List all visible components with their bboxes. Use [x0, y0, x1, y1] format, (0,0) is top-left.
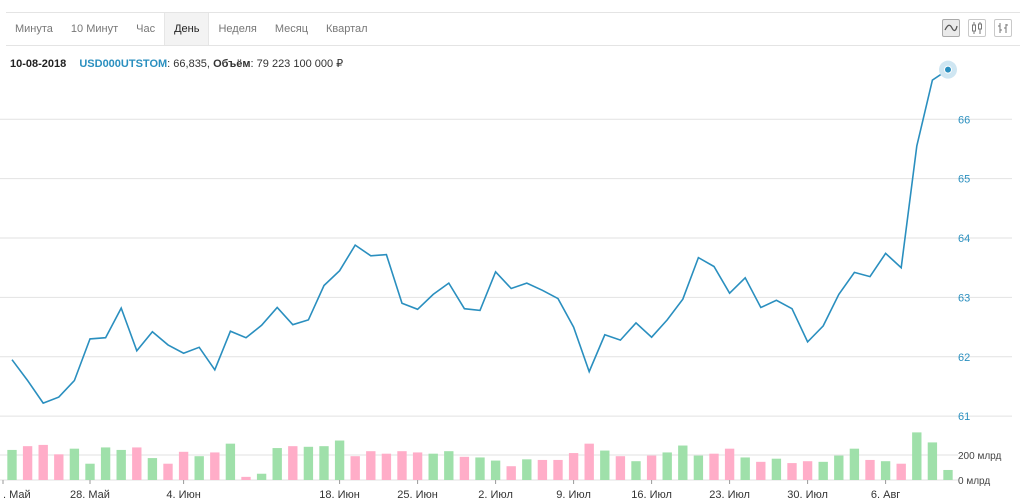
date-tick-label: 4. Июн [166, 489, 200, 501]
price-tick-label: 64 [958, 233, 970, 245]
date-tick-label: 23. Июл [709, 489, 750, 501]
date-tick-label: 30. Июл [787, 489, 828, 501]
volume-bar [241, 476, 251, 480]
volume-bar [288, 446, 298, 480]
volume-bar [506, 466, 516, 480]
grid-lines [0, 118, 1012, 481]
volume-bar [272, 448, 282, 480]
volume-bar [537, 459, 548, 480]
volume-bar [834, 455, 844, 480]
volume-bar [771, 458, 782, 480]
volume-bar [85, 463, 95, 480]
volume-bar [116, 449, 126, 480]
volume-bar [740, 457, 750, 480]
volume-tick-label: 0 млрд [958, 476, 990, 487]
volume-bar [397, 451, 407, 480]
volume-bar [381, 453, 392, 480]
price-tick-label: 65 [958, 174, 970, 186]
volume-bar [100, 447, 111, 480]
date-axis-labels: . Май 28. Май 4. Июн 18. Июн 25. Июн 2. Июл 9.… [2, 480, 900, 501]
volume-bar [22, 446, 33, 480]
volume-bar [678, 445, 688, 480]
price-tick-label: 61 [958, 411, 970, 423]
date-tick-label: 18. Июн [319, 489, 360, 501]
volume-bar [459, 456, 470, 480]
volume-bar [522, 459, 532, 480]
volume-tick-label: 200 млрд [958, 451, 1002, 462]
volume-bar [927, 442, 938, 480]
price-tick-label: 66 [958, 114, 970, 126]
date-tick-label: 6. Авг [871, 489, 900, 501]
volume-bar [210, 452, 220, 480]
price-chart[interactable]: 61 62 63 64 65 66 200 млрд 0 млрд . Май 28. Май… [0, 0, 1020, 503]
price-axis-labels: 61 62 63 64 65 66 [958, 114, 970, 423]
volume-bar [865, 459, 875, 480]
volume-bar [693, 455, 704, 480]
volume-bar [428, 453, 438, 480]
volume-bar [147, 458, 158, 480]
volume-bar [568, 453, 579, 480]
volume-bar [631, 461, 641, 480]
date-tick-label: 9. Июл [556, 489, 591, 501]
date-tick-label: 25. Июн [397, 489, 438, 501]
volume-bar [444, 451, 454, 480]
date-tick-label: . Май [3, 489, 31, 501]
volume-bar [475, 457, 485, 480]
price-tick-label: 63 [958, 292, 970, 304]
volume-bar [178, 451, 189, 480]
volume-bar [319, 446, 329, 480]
volume-bar [225, 443, 236, 480]
volume-bar [943, 469, 953, 480]
price-tick-label: 62 [958, 352, 970, 364]
volume-bar [584, 443, 594, 480]
date-tick-label: 2. Июл [478, 489, 513, 501]
volume-bar [600, 450, 610, 480]
volume-bar [646, 455, 657, 480]
volume-bar [69, 448, 80, 480]
last-price-marker [939, 60, 957, 79]
volume-bar [303, 446, 314, 480]
volume-bar [912, 432, 922, 480]
date-tick-label: 28. Май [70, 489, 110, 501]
volume-bar [7, 449, 17, 480]
volume-bar [662, 452, 672, 480]
volume-bar [163, 463, 173, 480]
volume-bar [553, 459, 563, 480]
volume-bar [334, 440, 345, 480]
volume-bar [38, 444, 48, 480]
volume-bar [54, 454, 64, 480]
volume-bar [366, 451, 376, 480]
volume-bar [615, 456, 626, 480]
date-tick-label: 16. Июл [631, 489, 672, 501]
volume-bar [802, 461, 813, 480]
volume-bar [709, 453, 719, 480]
volume-bar [724, 448, 735, 480]
volume-bar [490, 460, 501, 480]
volume-bar [412, 452, 423, 480]
volume-bar [756, 461, 766, 480]
volume-bar [132, 447, 142, 480]
volume-bar [818, 461, 828, 480]
volume-bar [194, 456, 204, 480]
volume-bar [256, 473, 267, 480]
volume-bar [849, 448, 860, 480]
volume-bars [7, 432, 953, 480]
volume-axis-labels: 200 млрд 0 млрд [958, 451, 1002, 487]
last-point-dot [944, 65, 952, 74]
volume-bar [350, 456, 360, 480]
volume-bar [880, 461, 891, 480]
volume-bar [787, 463, 797, 480]
volume-bar [896, 463, 906, 480]
